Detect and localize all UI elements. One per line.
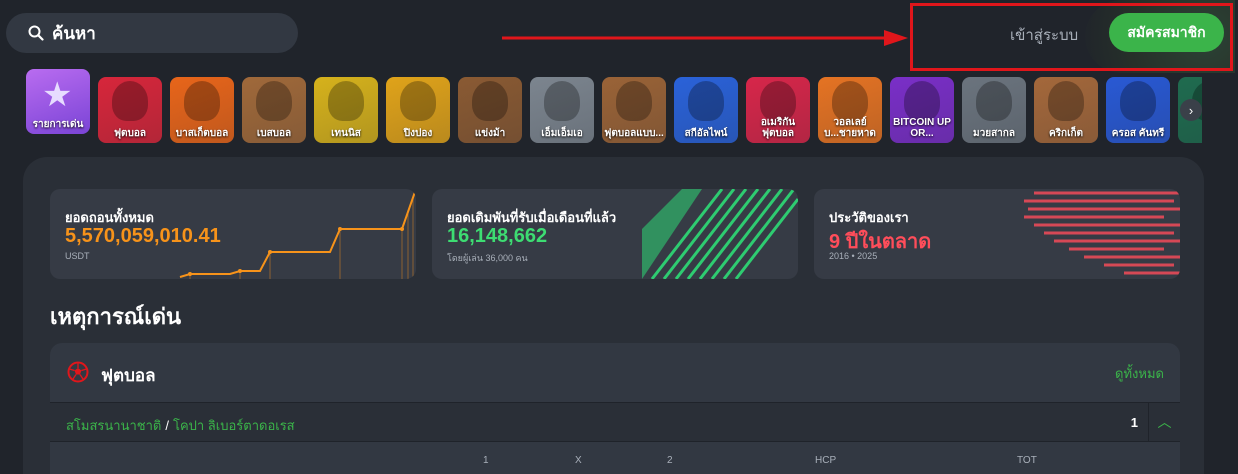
athlete-image: [760, 81, 796, 121]
athlete-image: [616, 81, 652, 121]
sport-category-tile[interactable]: เบสบอล: [242, 77, 306, 143]
sport-category-label: สกีอัลไพน์: [684, 128, 728, 139]
league-country-link[interactable]: สโมสรนานาชาติ: [66, 418, 161, 433]
sport-category-tile[interactable]: อเมริกันฟุตบอล: [746, 77, 810, 143]
sport-category-label: ฟุตบอลแบบ...: [604, 128, 664, 139]
signup-button[interactable]: สมัครสมาชิก: [1109, 13, 1224, 52]
sport-category-tile[interactable]: ครอส คันทรี: [1106, 77, 1170, 143]
sport-category-tile[interactable]: ฟุตบอล: [98, 77, 162, 143]
sport-category-tile[interactable]: เทนนิส: [314, 77, 378, 143]
sport-category-tile[interactable]: มวยสากล: [962, 77, 1026, 143]
column-header-1: 1: [483, 455, 489, 466]
sport-category-tile[interactable]: คริกเก็ต: [1034, 77, 1098, 143]
search-placeholder: ค้นหา: [52, 23, 96, 43]
football-icon: [67, 361, 89, 383]
stat-card-history: ประวัติของเรา 9 ปีในตลาด 2016 • 2025: [814, 189, 1180, 279]
section-title: เหตุการณ์เด่น: [50, 304, 182, 329]
sport-category-label: ปิงปอง: [403, 128, 433, 139]
sport-category-strip: ★ รายการเด่นฟุตบอล บาสเก็ตบอล เบสบอล เทนนิส ป…: [26, 69, 1202, 143]
sport-card-header: ฟุตบอล ดูทั้งหมด: [50, 343, 1180, 402]
sport-category-tile[interactable]: แข่งม้า: [458, 77, 522, 143]
green-stripes-icon: [642, 189, 798, 279]
stat-card-bets: ยอดเดิมพันที่รับเมื่อเดือนที่แล้ว 16,148…: [432, 189, 798, 279]
event-count: 1: [1130, 415, 1138, 430]
sport-category-label: ครอส คันทรี: [1111, 128, 1165, 139]
sport-category-label: ฟุตบอล: [113, 128, 147, 139]
sport-category-tile[interactable]: วอลเลย์บ...ชายหาด: [818, 77, 882, 143]
sport-card-football: ฟุตบอล ดูทั้งหมด สโมสรนานาชาติ / โคปา ลิเบ…: [50, 343, 1180, 474]
stat-value: 16,148,662: [447, 225, 548, 247]
column-header-x: X: [575, 455, 582, 466]
athlete-image: [112, 81, 148, 121]
sport-category-label: แข่งม้า: [474, 128, 506, 139]
star-icon: ★: [42, 76, 73, 114]
sport-category-tile[interactable]: ปิงปอง: [386, 77, 450, 143]
sport-category-label: [1178, 139, 1202, 143]
athlete-image: [976, 81, 1012, 121]
sport-category-tile[interactable]: สกีอัลไพน์: [674, 77, 738, 143]
sport-category-label: วอลเลย์บ...ชายหาด: [824, 117, 876, 139]
athlete-image: [544, 81, 580, 121]
athlete-image: [472, 81, 508, 121]
sport-category-tile[interactable]: บาสเก็ตบอล: [170, 77, 234, 143]
column-header-tot: TOT: [1017, 455, 1037, 466]
athlete-image: [832, 81, 868, 121]
sport-category-tile[interactable]: ★ รายการเด่น: [26, 69, 90, 134]
main-panel: ยอดถอนทั้งหมด 5,570,059,010.41 USDT ยอดเ…: [23, 157, 1204, 474]
athlete-image: [400, 81, 436, 121]
sport-category-label: มวยสากล: [973, 128, 1015, 139]
column-header-hcp: HCP: [815, 455, 837, 466]
stat-value: 5,570,059,010.41: [65, 225, 221, 247]
league-row[interactable]: สโมสรนานาชาติ / โคปา ลิเบอร์ตาดอเรส 1 ︿: [50, 402, 1180, 442]
breadcrumb: สโมสรนานาชาติ / โคปา ลิเบอร์ตาดอเรส: [66, 415, 295, 436]
athlete-image: [688, 81, 724, 121]
see-all-link[interactable]: ดูทั้งหมด: [1115, 363, 1164, 384]
sport-category-label: เทนนิส: [331, 128, 361, 139]
search-input[interactable]: ค้นหา: [6, 13, 298, 53]
sport-category-label: เบสบอล: [256, 128, 292, 139]
annotation-arrow-icon: [502, 30, 908, 46]
search-icon: [28, 25, 44, 41]
sport-category-label: คริกเก็ต: [1048, 128, 1084, 139]
sport-category-tile[interactable]: BITCOIN UP OR...: [890, 77, 954, 143]
sport-category-label: BITCOIN UP OR...: [893, 117, 951, 139]
login-link[interactable]: เข้าสู่ระบบ: [1010, 23, 1078, 47]
column-header-2: 2: [667, 455, 673, 466]
sport-category-label: บาสเก็ตบอล: [175, 128, 229, 139]
sport-category-label: รายการเด่น: [32, 119, 84, 130]
athlete-image: [1120, 81, 1156, 121]
athlete-image: [904, 81, 940, 121]
sport-category-label: อเมริกันฟุตบอล: [760, 117, 796, 139]
league-name-link[interactable]: โคปา ลิเบอร์ตาดอเรส: [173, 418, 295, 433]
athlete-image: [1048, 81, 1084, 121]
athlete-image: [184, 81, 220, 121]
chevron-right-icon[interactable]: ›: [1180, 99, 1202, 121]
red-bars-icon: [1024, 191, 1180, 275]
sport-category-label: เอ็มเอ็มเอ: [541, 128, 583, 139]
stat-sub: โดยผู้เล่น 36,000 คน: [447, 253, 528, 263]
sport-card-title: ฟุตบอล: [101, 366, 156, 385]
athlete-image: [328, 81, 364, 121]
athlete-image: [256, 81, 292, 121]
stat-sub: 2016 • 2025: [829, 251, 878, 261]
sport-category-tile[interactable]: ฟุตบอลแบบ...: [602, 77, 666, 143]
stat-card-withdrawals: ยอดถอนทั้งหมด 5,570,059,010.41 USDT: [50, 189, 416, 279]
breadcrumb-separator: /: [165, 418, 169, 433]
chevron-up-icon[interactable]: ︿: [1148, 403, 1180, 441]
stat-sub: USDT: [65, 251, 90, 261]
sport-category-tile[interactable]: เอ็มเอ็มเอ: [530, 77, 594, 143]
